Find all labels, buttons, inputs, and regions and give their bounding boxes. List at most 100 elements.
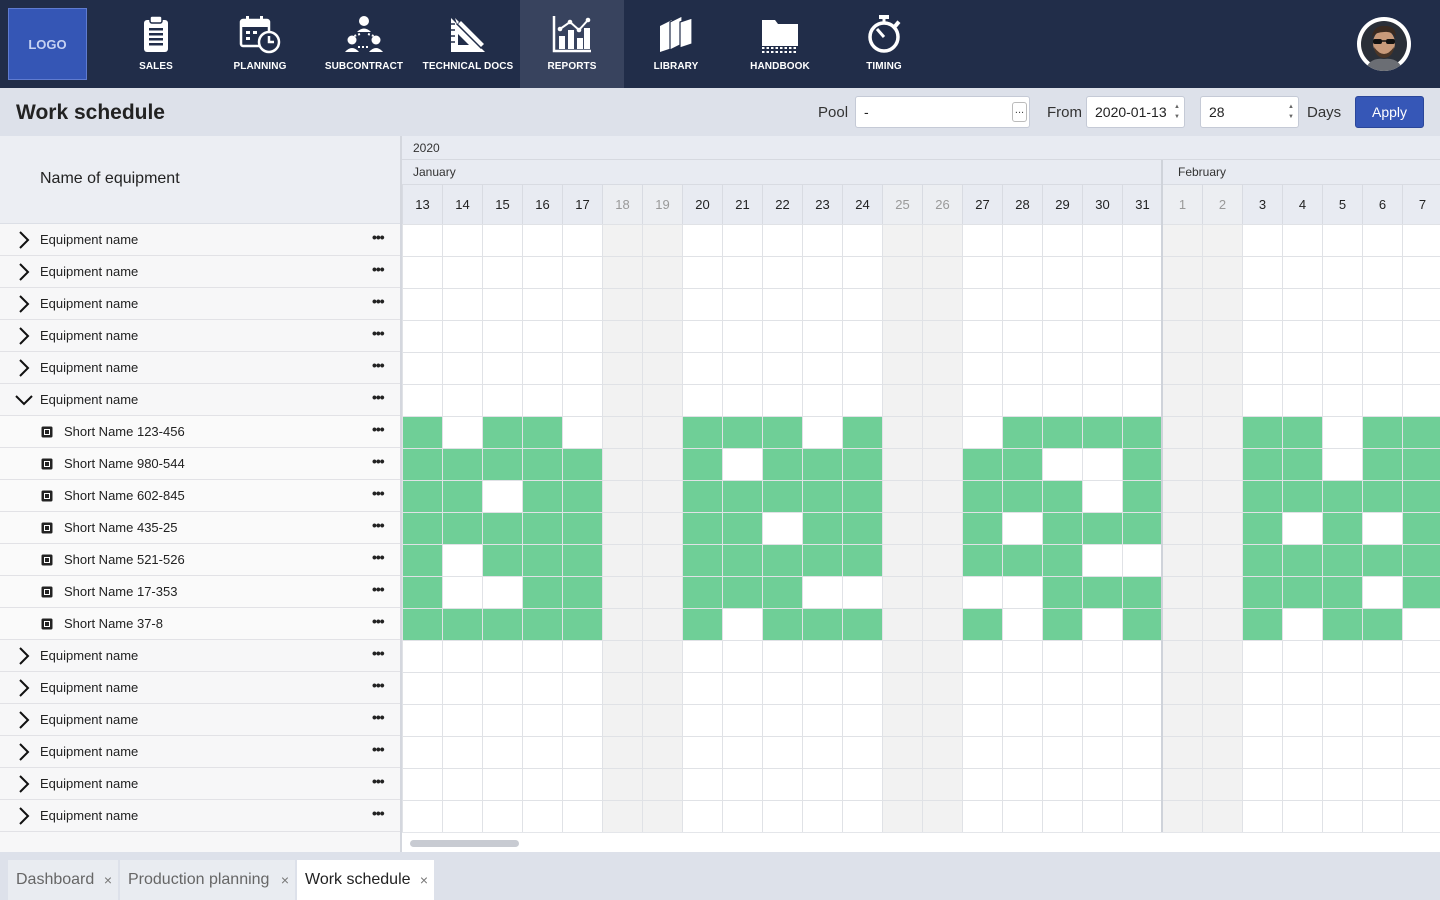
logo[interactable]: LOGO bbox=[8, 8, 87, 80]
equipment-row[interactable]: Equipment name ••• bbox=[0, 800, 400, 832]
booked-cell[interactable] bbox=[482, 448, 522, 480]
chevron-right-icon[interactable] bbox=[14, 774, 34, 794]
booked-cell[interactable] bbox=[522, 512, 562, 544]
booked-cell[interactable] bbox=[762, 448, 802, 480]
booked-cell[interactable] bbox=[962, 608, 1002, 640]
booked-cell[interactable] bbox=[722, 512, 762, 544]
booked-cell[interactable] bbox=[1242, 448, 1282, 480]
booked-cell[interactable] bbox=[442, 480, 482, 512]
booked-cell[interactable] bbox=[1322, 608, 1362, 640]
booked-cell[interactable] bbox=[1322, 544, 1362, 576]
booked-cell[interactable] bbox=[962, 544, 1002, 576]
chevron-right-icon[interactable] bbox=[14, 294, 34, 314]
chevron-down-icon[interactable] bbox=[14, 390, 34, 410]
booked-cell[interactable] bbox=[1082, 576, 1122, 608]
more-options-icon[interactable]: ••• bbox=[372, 773, 385, 789]
booked-cell[interactable] bbox=[1362, 448, 1402, 480]
booked-cell[interactable] bbox=[962, 480, 1002, 512]
equipment-subitem[interactable]: Short Name 602-845 ••• bbox=[0, 480, 400, 512]
booked-cell[interactable] bbox=[402, 576, 442, 608]
schedule-grid-canvas[interactable] bbox=[402, 224, 1440, 832]
booked-cell[interactable] bbox=[1402, 544, 1440, 576]
chevron-right-icon[interactable] bbox=[14, 710, 34, 730]
booked-cell[interactable] bbox=[442, 512, 482, 544]
booked-cell[interactable] bbox=[522, 576, 562, 608]
booked-cell[interactable] bbox=[1042, 480, 1082, 512]
booked-cell[interactable] bbox=[1082, 416, 1122, 448]
booked-cell[interactable] bbox=[1362, 416, 1402, 448]
more-options-icon[interactable]: ••• bbox=[372, 709, 385, 725]
chevron-right-icon[interactable] bbox=[14, 646, 34, 666]
booked-cell[interactable] bbox=[402, 480, 442, 512]
user-avatar[interactable] bbox=[1357, 17, 1411, 71]
pool-field[interactable]: - ... bbox=[855, 96, 1030, 128]
booked-cell[interactable] bbox=[1242, 544, 1282, 576]
more-options-icon[interactable]: ••• bbox=[372, 293, 385, 309]
booked-cell[interactable] bbox=[762, 608, 802, 640]
nav-item-handbook[interactable]: HANDBOOK bbox=[728, 0, 832, 88]
more-options-icon[interactable]: ••• bbox=[372, 645, 385, 661]
chevron-right-icon[interactable] bbox=[14, 326, 34, 346]
booked-cell[interactable] bbox=[442, 448, 482, 480]
tab-production-planning[interactable]: Production planning × bbox=[120, 860, 295, 900]
booked-cell[interactable] bbox=[522, 480, 562, 512]
nav-item-planning[interactable]: PLANNING bbox=[208, 0, 312, 88]
booked-cell[interactable] bbox=[1282, 416, 1322, 448]
equipment-row[interactable]: Equipment name ••• bbox=[0, 256, 400, 288]
chevron-right-icon[interactable] bbox=[14, 262, 34, 282]
booked-cell[interactable] bbox=[1002, 480, 1042, 512]
more-options-icon[interactable]: ••• bbox=[372, 677, 385, 693]
booked-cell[interactable] bbox=[1122, 480, 1162, 512]
booked-cell[interactable] bbox=[762, 416, 802, 448]
booked-cell[interactable] bbox=[1122, 416, 1162, 448]
nav-item-subcontract[interactable]: SUBCONTRACT bbox=[312, 0, 416, 88]
close-icon[interactable]: × bbox=[420, 872, 428, 888]
tab-dashboard[interactable]: Dashboard × bbox=[8, 860, 118, 900]
nav-item-sales[interactable]: SALES bbox=[104, 0, 208, 88]
booked-cell[interactable] bbox=[1282, 544, 1322, 576]
booked-cell[interactable] bbox=[402, 544, 442, 576]
booked-cell[interactable] bbox=[1002, 544, 1042, 576]
booked-cell[interactable] bbox=[1282, 576, 1322, 608]
apply-button[interactable]: Apply bbox=[1355, 96, 1424, 128]
spin-down-icon[interactable]: ▼ bbox=[1174, 113, 1180, 121]
booked-cell[interactable] bbox=[562, 608, 602, 640]
more-options-icon[interactable]: ••• bbox=[372, 805, 385, 821]
booked-cell[interactable] bbox=[1122, 608, 1162, 640]
chevron-right-icon[interactable] bbox=[14, 806, 34, 826]
booked-cell[interactable] bbox=[1282, 448, 1322, 480]
booked-cell[interactable] bbox=[802, 608, 842, 640]
more-options-icon[interactable]: ••• bbox=[372, 421, 385, 437]
spin-down-icon[interactable]: ▼ bbox=[1288, 113, 1294, 121]
booked-cell[interactable] bbox=[802, 544, 842, 576]
close-icon[interactable]: × bbox=[281, 872, 289, 888]
tab-work-schedule[interactable]: Work schedule × bbox=[297, 860, 434, 900]
booked-cell[interactable] bbox=[1402, 480, 1440, 512]
booked-cell[interactable] bbox=[682, 416, 722, 448]
booked-cell[interactable] bbox=[1242, 416, 1282, 448]
booked-cell[interactable] bbox=[482, 512, 522, 544]
booked-cell[interactable] bbox=[1242, 512, 1282, 544]
booked-cell[interactable] bbox=[522, 416, 562, 448]
more-options-icon[interactable]: ••• bbox=[372, 229, 385, 245]
nav-item-technical-docs[interactable]: TECHNICAL DOCS bbox=[416, 0, 520, 88]
booked-cell[interactable] bbox=[1042, 608, 1082, 640]
booked-cell[interactable] bbox=[1322, 576, 1362, 608]
more-options-icon[interactable]: ••• bbox=[372, 549, 385, 565]
date-spinner[interactable]: ▲ ▼ bbox=[1173, 103, 1181, 121]
booked-cell[interactable] bbox=[1242, 576, 1282, 608]
chevron-right-icon[interactable] bbox=[14, 358, 34, 378]
booked-cell[interactable] bbox=[1122, 512, 1162, 544]
chevron-right-icon[interactable] bbox=[14, 742, 34, 762]
booked-cell[interactable] bbox=[802, 448, 842, 480]
booked-cell[interactable] bbox=[1042, 576, 1082, 608]
more-options-icon[interactable]: ••• bbox=[372, 485, 385, 501]
booked-cell[interactable] bbox=[682, 608, 722, 640]
chevron-right-icon[interactable] bbox=[14, 230, 34, 250]
booked-cell[interactable] bbox=[842, 480, 882, 512]
booked-cell[interactable] bbox=[1242, 480, 1282, 512]
booked-cell[interactable] bbox=[522, 608, 562, 640]
more-options-icon[interactable]: ••• bbox=[372, 741, 385, 757]
booked-cell[interactable] bbox=[1002, 416, 1042, 448]
booked-cell[interactable] bbox=[802, 480, 842, 512]
